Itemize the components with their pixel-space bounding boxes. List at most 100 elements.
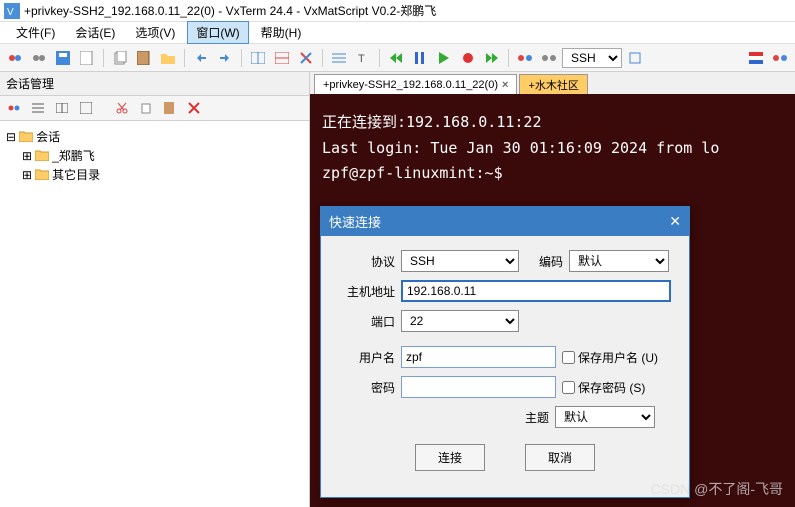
connect-button[interactable]: 连接 <box>415 444 485 471</box>
close-icon[interactable]: ✕ <box>669 213 681 230</box>
theme-label: 主题 <box>525 409 549 426</box>
username-input[interactable] <box>401 346 556 368</box>
separator <box>379 49 380 67</box>
protocol-select[interactable]: SSH <box>562 48 622 68</box>
link2-icon[interactable] <box>769 47 791 69</box>
window-title: +privkey-SSH2_192.168.0.11_22(0) - VxTer… <box>24 2 436 19</box>
record-icon[interactable] <box>457 47 479 69</box>
close-split-icon[interactable] <box>295 47 317 69</box>
new-icon[interactable] <box>76 47 98 69</box>
theme-select[interactable]: 默认 <box>555 406 655 428</box>
username-label: 用户名 <box>337 349 395 366</box>
menu-help[interactable]: 帮助(H) <box>253 22 310 43</box>
dialog-title-text: 快速连接 <box>329 212 381 231</box>
tree-node-1[interactable]: ⊞ 其它目录 <box>6 165 303 184</box>
folder-icon <box>35 169 49 180</box>
tab-active[interactable]: +privkey-SSH2_192.168.0.11_22(0) × <box>314 74 517 94</box>
rewind-icon[interactable] <box>385 47 407 69</box>
split-h-icon[interactable] <box>247 47 269 69</box>
terminal-line: Last login: Tue Jan 30 01:16:09 2024 fro… <box>322 139 719 157</box>
svg-text:T: T <box>358 53 365 65</box>
props-icon[interactable] <box>76 99 96 117</box>
folder-icon <box>19 131 33 142</box>
tab-label: +privkey-SSH2_192.168.0.11_22(0) <box>323 79 498 91</box>
collapse-icon[interactable]: ⊟ <box>6 130 16 144</box>
split-v-icon[interactable] <box>271 47 293 69</box>
settings-icon[interactable] <box>624 47 646 69</box>
pause-icon[interactable] <box>409 47 431 69</box>
sidebar-tools <box>0 96 309 121</box>
delete-icon[interactable] <box>184 99 204 117</box>
menubar: 文件(F) 会话(E) 选项(V) 窗口(W) 帮助(H) <box>0 22 795 44</box>
tree-root-label: 会话 <box>36 128 60 145</box>
forward-icon[interactable] <box>481 47 503 69</box>
quick-connect-dialog: 快速连接 ✕ 协议 SSH 编码 默认 主机地址 端口 22 用户名 保存用户名… <box>320 206 690 498</box>
sidebar-title: 会话管理 <box>0 72 309 96</box>
port-label: 端口 <box>337 313 395 330</box>
tab-label: +水木社区 <box>528 77 578 93</box>
expand-icon[interactable]: ⊞ <box>22 168 32 182</box>
titlebar: V +privkey-SSH2_192.168.0.11_22(0) - VxT… <box>0 0 795 22</box>
separator <box>508 49 509 67</box>
separator <box>103 49 104 67</box>
menu-options[interactable]: 选项(V) <box>127 22 183 43</box>
connect-icon[interactable] <box>4 47 26 69</box>
sidebar: 会话管理 ⊟ 会话 ⊞ _郑鹏飞 ⊞ <box>0 72 310 507</box>
cut-icon[interactable] <box>112 99 132 117</box>
link-icon[interactable] <box>514 47 536 69</box>
dialog-buttons: 连接 取消 <box>337 436 673 483</box>
separator <box>184 49 185 67</box>
paste-icon[interactable] <box>133 47 155 69</box>
tree-root[interactable]: ⊟ 会话 <box>6 127 303 146</box>
encoding-label: 编码 <box>539 253 563 270</box>
undo-icon[interactable] <box>190 47 212 69</box>
tab-extra[interactable]: +水木社区 <box>519 74 587 94</box>
svg-text:V: V <box>7 7 14 18</box>
password-input[interactable] <box>401 376 556 398</box>
tree-node-label: 其它目录 <box>52 166 100 183</box>
grid-icon[interactable] <box>52 99 72 117</box>
text-icon[interactable]: T <box>352 47 374 69</box>
host-input[interactable] <box>401 280 671 302</box>
terminal-line: 正在连接到:192.168.0.11:22 <box>322 113 542 131</box>
folder-icon[interactable] <box>157 47 179 69</box>
separator <box>241 49 242 67</box>
folder-icon <box>35 150 49 161</box>
terminal-line: zpf@zpf-linuxmint:~$ <box>322 164 503 182</box>
play-icon[interactable] <box>433 47 455 69</box>
paste2-icon[interactable] <box>160 99 180 117</box>
port-select[interactable]: 22 <box>401 310 519 332</box>
toolbar: T SSH <box>0 44 795 72</box>
protocol-select[interactable]: SSH <box>401 250 519 272</box>
copy-icon[interactable] <box>109 47 131 69</box>
expand-icon[interactable]: ⊞ <box>22 149 32 163</box>
menu-session[interactable]: 会话(E) <box>67 22 123 43</box>
copy2-icon[interactable] <box>136 99 156 117</box>
redo-icon[interactable] <box>214 47 236 69</box>
disconnect-icon[interactable] <box>28 47 50 69</box>
unlink-icon[interactable] <box>538 47 560 69</box>
app-icon: V <box>4 3 20 19</box>
password-label: 密码 <box>337 379 395 396</box>
menu-list-icon[interactable] <box>328 47 350 69</box>
flag-icon[interactable] <box>745 47 767 69</box>
save-icon[interactable] <box>52 47 74 69</box>
tree-node-0[interactable]: ⊞ _郑鹏飞 <box>6 146 303 165</box>
close-icon[interactable]: × <box>502 79 508 91</box>
link-small-icon[interactable] <box>4 99 24 117</box>
session-tree: ⊟ 会话 ⊞ _郑鹏飞 ⊞ 其它目录 <box>0 121 309 190</box>
protocol-label: 协议 <box>337 253 395 270</box>
tabs: +privkey-SSH2_192.168.0.11_22(0) × +水木社区 <box>310 72 795 94</box>
separator <box>322 49 323 67</box>
menu-file[interactable]: 文件(F) <box>8 22 63 43</box>
dialog-titlebar: 快速连接 ✕ <box>321 207 689 236</box>
list-icon[interactable] <box>28 99 48 117</box>
tree-node-label: _郑鹏飞 <box>52 147 95 164</box>
save-password-checkbox[interactable]: 保存密码 (S) <box>562 379 645 396</box>
menu-window[interactable]: 窗口(W) <box>187 21 248 44</box>
encoding-select[interactable]: 默认 <box>569 250 669 272</box>
dialog-body: 协议 SSH 编码 默认 主机地址 端口 22 用户名 保存用户名 (U) 密码… <box>321 236 689 497</box>
host-label: 主机地址 <box>337 283 395 300</box>
save-username-checkbox[interactable]: 保存用户名 (U) <box>562 349 658 366</box>
cancel-button[interactable]: 取消 <box>525 444 595 471</box>
